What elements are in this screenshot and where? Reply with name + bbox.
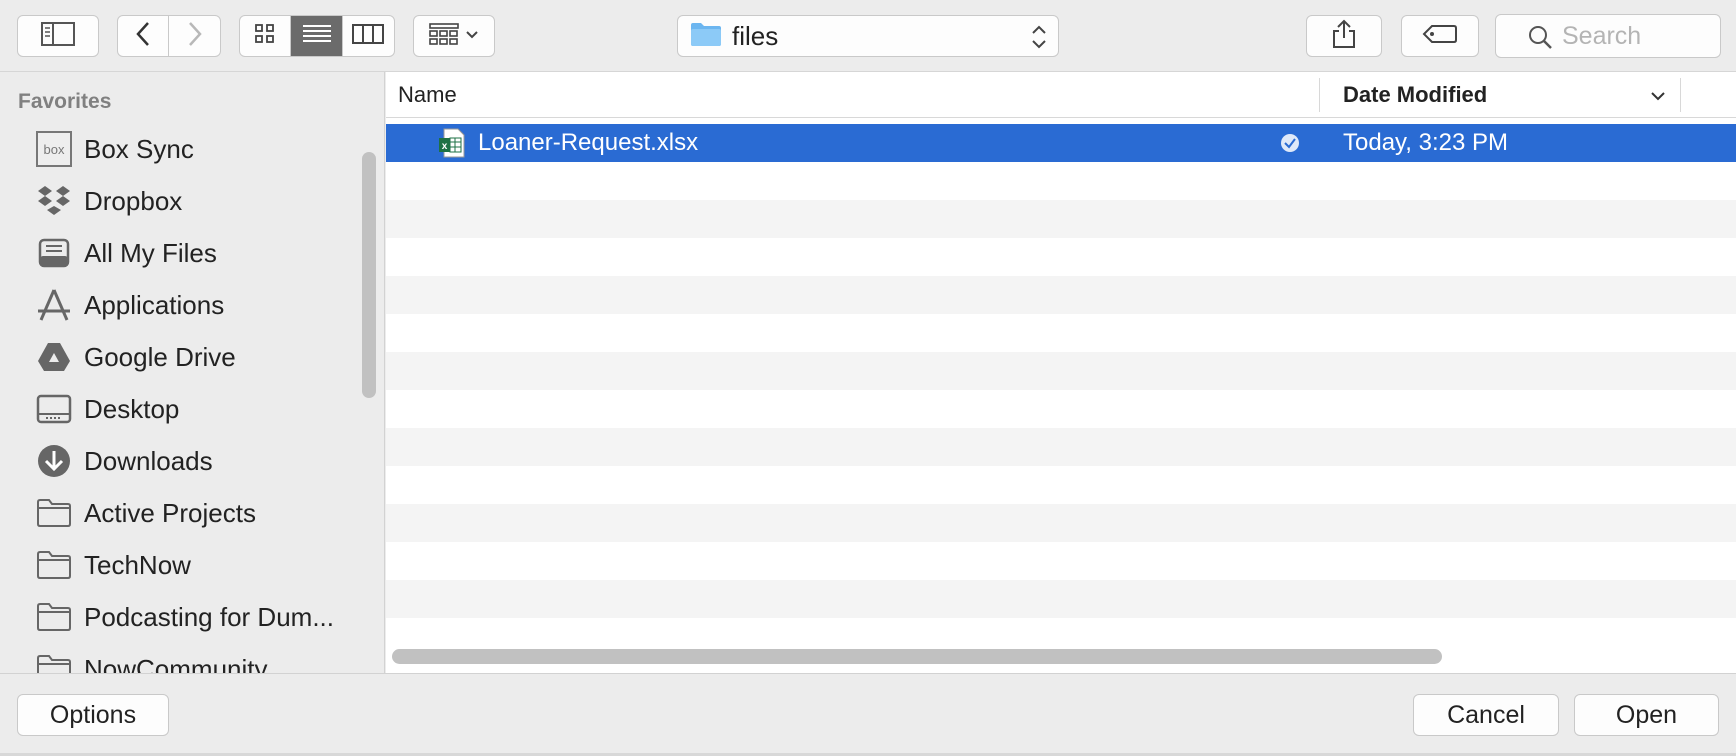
sidebar-item-technow[interactable]: TechNow (0, 540, 360, 590)
sidebar: Favorites box Box Sync Dropbox All My Fi… (0, 72, 385, 673)
dropbox-icon (34, 181, 74, 221)
chevron-right-icon (187, 21, 203, 52)
forward-button[interactable] (169, 16, 220, 56)
sidebar-item-podcasting[interactable]: Podcasting for Dum... (0, 592, 360, 642)
sidebar-item-label: Desktop (84, 393, 180, 424)
empty-row (386, 352, 1736, 390)
back-button[interactable] (118, 16, 170, 56)
sidebar-item-active-projects[interactable]: Active Projects (0, 488, 360, 538)
sidebar-item-google-drive[interactable]: Google Drive (0, 332, 360, 382)
sidebar-item-desktop[interactable]: Desktop (0, 384, 360, 434)
bottom-bar: Options Cancel Open (0, 673, 1736, 756)
svg-text:box: box (44, 142, 65, 157)
sidebar-item-applications[interactable]: Applications (0, 280, 360, 330)
updown-chevron-icon (1030, 23, 1048, 56)
sidebar-toggle-button[interactable] (17, 15, 99, 57)
empty-row (386, 162, 1736, 200)
file-date: Today, 3:23 PM (1343, 129, 1508, 156)
file-list: Name Date Modified x Loaner-Request.xlsx… (386, 72, 1736, 673)
icon-view-button[interactable] (240, 16, 292, 56)
sidebar-item-nowcommunity[interactable]: NowCommunity (0, 644, 360, 673)
empty-row (386, 542, 1736, 580)
empty-row (386, 238, 1736, 276)
tag-button[interactable] (1401, 15, 1479, 57)
svg-text:x: x (442, 141, 448, 152)
table-row[interactable]: x Loaner-Request.xlsx Today, 3:23 PM (386, 124, 1736, 162)
options-button[interactable]: Options (17, 694, 169, 736)
group-icon (429, 22, 459, 51)
column-divider[interactable] (1319, 78, 1320, 112)
chevron-down-icon (465, 27, 479, 45)
back-forward-control (117, 15, 221, 57)
path-popup[interactable]: files (677, 15, 1059, 57)
group-by-button[interactable] (413, 15, 495, 57)
share-button[interactable] (1306, 15, 1382, 57)
folder-icon (34, 649, 74, 673)
sidebar-item-label: Podcasting for Dum... (84, 601, 334, 632)
sidebar-item-label: Applications (84, 289, 225, 320)
chevron-left-icon (135, 21, 151, 52)
column-header-date[interactable]: Date Modified (1343, 82, 1487, 108)
box-icon: box (34, 129, 74, 169)
empty-row (386, 314, 1736, 352)
file-name: Loaner-Request.xlsx (478, 129, 699, 156)
google-drive-icon (34, 337, 74, 377)
folder-icon (690, 21, 722, 52)
sidebar-item-label: TechNow (84, 549, 191, 580)
applications-icon (34, 285, 74, 325)
downloads-icon (34, 441, 74, 481)
toolbar: files (0, 0, 1736, 72)
empty-row (386, 200, 1736, 238)
excel-file-icon: x (438, 128, 466, 163)
grid-icon (254, 23, 276, 50)
sidebar-item-label: NowCommunity (84, 653, 268, 674)
sync-status-icon (1280, 133, 1300, 158)
sidebar-item-label: Google Drive (84, 341, 236, 372)
empty-row (386, 390, 1736, 428)
sidebar-item-label: Active Projects (84, 497, 256, 528)
open-button[interactable]: Open (1574, 694, 1719, 736)
search-input[interactable] (1560, 20, 1730, 52)
empty-row (386, 504, 1736, 542)
sidebar-icon (41, 21, 75, 51)
view-mode-control (239, 15, 395, 57)
search-field[interactable] (1495, 14, 1730, 58)
sidebar-item-label: Downloads (84, 445, 213, 476)
empty-row (386, 428, 1736, 466)
sidebar-item-downloads[interactable]: Downloads (0, 436, 360, 486)
empty-row (386, 580, 1736, 618)
folder-icon (34, 493, 74, 533)
column-view-button[interactable] (343, 16, 394, 56)
horizontal-scrollbar[interactable] (392, 649, 1442, 664)
columns-icon (352, 23, 385, 50)
sidebar-item-label: Box Sync (84, 133, 194, 164)
sidebar-item-box-sync[interactable]: box Box Sync (0, 124, 360, 174)
sidebar-item-all-my-files[interactable]: All My Files (0, 228, 360, 278)
empty-row (386, 276, 1736, 314)
folder-icon (34, 597, 74, 637)
sidebar-item-label: Dropbox (84, 185, 183, 216)
share-icon (1332, 19, 1356, 54)
column-header-name[interactable]: Name (398, 82, 457, 108)
sidebar-item-dropbox[interactable]: Dropbox (0, 176, 360, 226)
sort-chevron-icon (1650, 90, 1666, 108)
sidebar-item-label: All My Files (84, 237, 217, 268)
list-view-button[interactable] (291, 16, 343, 56)
column-header: Name Date Modified (386, 72, 1736, 118)
tag-icon (1422, 24, 1458, 49)
cancel-button[interactable]: Cancel (1413, 694, 1559, 736)
empty-row (386, 466, 1736, 504)
sidebar-heading: Favorites (18, 90, 112, 113)
folder-icon (34, 545, 74, 585)
path-label: files (732, 20, 779, 51)
list-icon (302, 23, 332, 50)
search-icon (1528, 25, 1552, 54)
desktop-icon (34, 389, 74, 429)
all-files-icon (34, 233, 74, 273)
sidebar-scrollbar[interactable] (362, 152, 376, 398)
file-rows: x Loaner-Request.xlsx Today, 3:23 PM (386, 124, 1736, 618)
column-divider[interactable] (1680, 78, 1681, 112)
